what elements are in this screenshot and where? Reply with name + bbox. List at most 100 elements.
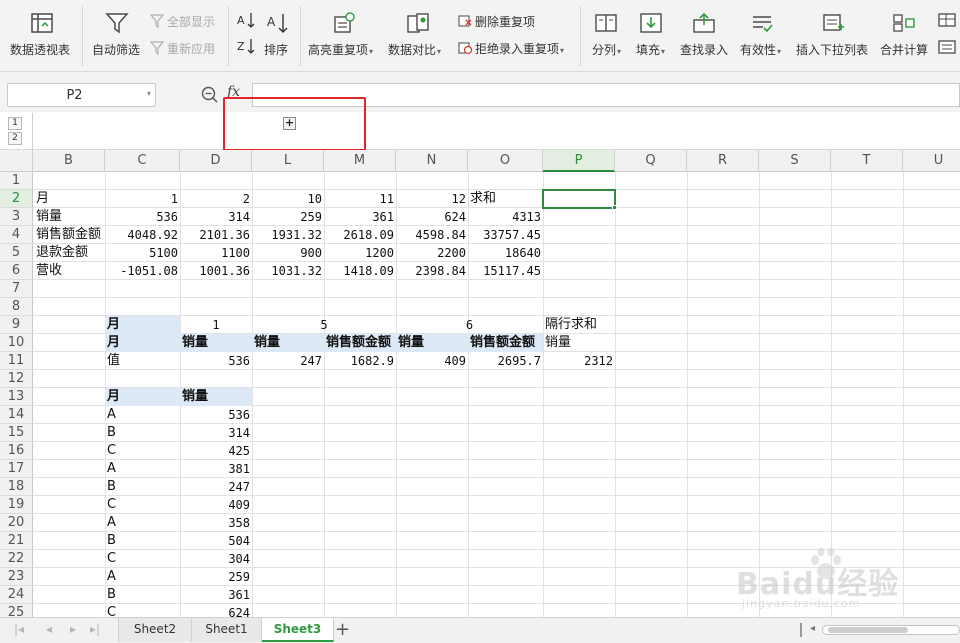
- cell-P11[interactable]: 2312: [543, 352, 615, 370]
- cell-O10[interactable]: 销售额金额: [468, 334, 543, 352]
- horizontal-scrollbar[interactable]: ◂: [800, 623, 960, 637]
- row-header[interactable]: 18: [0, 478, 33, 496]
- cell-C2[interactable]: 1: [105, 190, 180, 208]
- cell-P9[interactable]: 隔行求和: [543, 316, 615, 334]
- cell-C13[interactable]: 月: [105, 388, 180, 406]
- cell-C16[interactable]: C: [105, 442, 180, 460]
- row-header[interactable]: 8: [0, 298, 33, 316]
- cell-M6[interactable]: 1418.09: [324, 262, 396, 280]
- sheet-tab-sheet3[interactable]: Sheet3: [262, 618, 334, 642]
- cell-D6[interactable]: 1001.36: [180, 262, 252, 280]
- cell-P10[interactable]: 销量: [543, 334, 615, 352]
- cell-C24[interactable]: B: [105, 586, 180, 604]
- cell-B3[interactable]: 销量: [34, 208, 105, 226]
- cell-M10[interactable]: 销售额金额: [324, 334, 396, 352]
- reapply-button[interactable]: 重新应用: [150, 40, 215, 57]
- cell-C25[interactable]: C: [105, 604, 180, 617]
- cell-B6[interactable]: 营收: [34, 262, 105, 280]
- cell-C5[interactable]: 5100: [105, 244, 180, 262]
- fill-handle[interactable]: [612, 205, 617, 210]
- cell-D2[interactable]: 2: [180, 190, 252, 208]
- sort-descending-button[interactable]: Z: [236, 36, 258, 58]
- scroll-split-handle[interactable]: [800, 623, 802, 637]
- cell-D11[interactable]: 536: [180, 352, 252, 370]
- row-header[interactable]: 22: [0, 550, 33, 568]
- column-header-C[interactable]: C: [105, 150, 180, 172]
- cell-M4[interactable]: 2618.09: [324, 226, 396, 244]
- row-header[interactable]: 12: [0, 370, 33, 388]
- cell-C21[interactable]: B: [105, 532, 180, 550]
- cell-L5[interactable]: 900: [252, 244, 324, 262]
- cell-B5[interactable]: 退款金额: [34, 244, 105, 262]
- cell-L11[interactable]: 247: [252, 352, 324, 370]
- cell-L10[interactable]: 销量: [252, 334, 324, 352]
- validity-button[interactable]: 有效性▾: [736, 6, 786, 66]
- cell-C15[interactable]: B: [105, 424, 180, 442]
- active-cell-selection[interactable]: [542, 189, 616, 209]
- cell-D18[interactable]: 247: [180, 478, 252, 496]
- more-tools-button[interactable]: [938, 12, 960, 60]
- cell-O4[interactable]: 33757.45: [468, 226, 543, 244]
- row-header[interactable]: 21: [0, 532, 33, 550]
- autofilter-button[interactable]: 自动筛选: [88, 6, 148, 66]
- row-header[interactable]: 2: [0, 190, 33, 208]
- row-header[interactable]: 13: [0, 388, 33, 406]
- column-header-B[interactable]: B: [33, 150, 105, 172]
- row-header[interactable]: 16: [0, 442, 33, 460]
- outline-level-2-button[interactable]: 2: [8, 132, 22, 145]
- cell-M3[interactable]: 361: [324, 208, 396, 226]
- cell-C17[interactable]: A: [105, 460, 180, 478]
- sort-ascending-button[interactable]: A: [236, 10, 258, 32]
- cell-L9-M9-merged[interactable]: 5: [252, 316, 396, 334]
- cell-D17[interactable]: 381: [180, 460, 252, 478]
- cell-N4[interactable]: 4598.84: [396, 226, 468, 244]
- column-header-S[interactable]: S: [759, 150, 831, 172]
- row-header[interactable]: 7: [0, 280, 33, 298]
- cell-M11[interactable]: 1682.9: [324, 352, 396, 370]
- cell-D5[interactable]: 1100: [180, 244, 252, 262]
- insert-dropdown-list-button[interactable]: 插入下拉列表: [794, 6, 874, 66]
- cell-O5[interactable]: 18640: [468, 244, 543, 262]
- show-all-button[interactable]: 全部显示: [150, 13, 215, 30]
- row-header[interactable]: 5: [0, 244, 33, 262]
- pivot-table-button[interactable]: 数据透视表: [6, 6, 76, 66]
- cell-O3[interactable]: 4313: [468, 208, 543, 226]
- cell-C10[interactable]: 月: [105, 334, 180, 352]
- cell-O2[interactable]: 求和: [468, 190, 543, 208]
- row-header[interactable]: 20: [0, 514, 33, 532]
- sheet-tab-sheet2[interactable]: Sheet2: [118, 618, 192, 642]
- row-header[interactable]: 19: [0, 496, 33, 514]
- cell-C6[interactable]: -1051.08: [105, 262, 180, 280]
- column-header-N[interactable]: N: [396, 150, 468, 172]
- row-header[interactable]: 17: [0, 460, 33, 478]
- outline-level-1-button[interactable]: 1: [8, 117, 22, 130]
- cell-D22[interactable]: 304: [180, 550, 252, 568]
- cell-C4[interactable]: 4048.92: [105, 226, 180, 244]
- column-header-D[interactable]: D: [180, 150, 252, 172]
- row-header[interactable]: 1: [0, 172, 33, 190]
- cell-D20[interactable]: 358: [180, 514, 252, 532]
- delete-duplicates-button[interactable]: 删除重复项: [458, 13, 535, 30]
- split-column-button[interactable]: 分列▾: [586, 6, 626, 66]
- row-header[interactable]: 11: [0, 352, 33, 370]
- row-header[interactable]: 23: [0, 568, 33, 586]
- zoom-magnifier-icon[interactable]: [201, 86, 218, 103]
- cell-L6[interactable]: 1031.32: [252, 262, 324, 280]
- next-sheet-icon[interactable]: ▸: [70, 622, 76, 636]
- cell-C14[interactable]: A: [105, 406, 180, 424]
- column-header-Q[interactable]: Q: [615, 150, 687, 172]
- column-header-P[interactable]: P: [543, 150, 615, 172]
- row-header[interactable]: 14: [0, 406, 33, 424]
- cell-D3[interactable]: 314: [180, 208, 252, 226]
- reject-duplicates-button[interactable]: 拒绝录入重复项▾: [458, 40, 564, 57]
- column-header-M[interactable]: M: [324, 150, 396, 172]
- column-header-T[interactable]: T: [831, 150, 903, 172]
- add-sheet-icon[interactable]: +: [335, 619, 350, 641]
- cell-N6[interactable]: 2398.84: [396, 262, 468, 280]
- data-compare-button[interactable]: 数据对比▾: [386, 6, 450, 66]
- sort-button[interactable]: A 排序: [262, 6, 294, 66]
- cell-D15[interactable]: 314: [180, 424, 252, 442]
- last-sheet-icon[interactable]: ▸|: [90, 622, 100, 636]
- sheet-tab-sheet1[interactable]: Sheet1: [192, 618, 262, 642]
- cell-D9[interactable]: 1: [180, 316, 252, 334]
